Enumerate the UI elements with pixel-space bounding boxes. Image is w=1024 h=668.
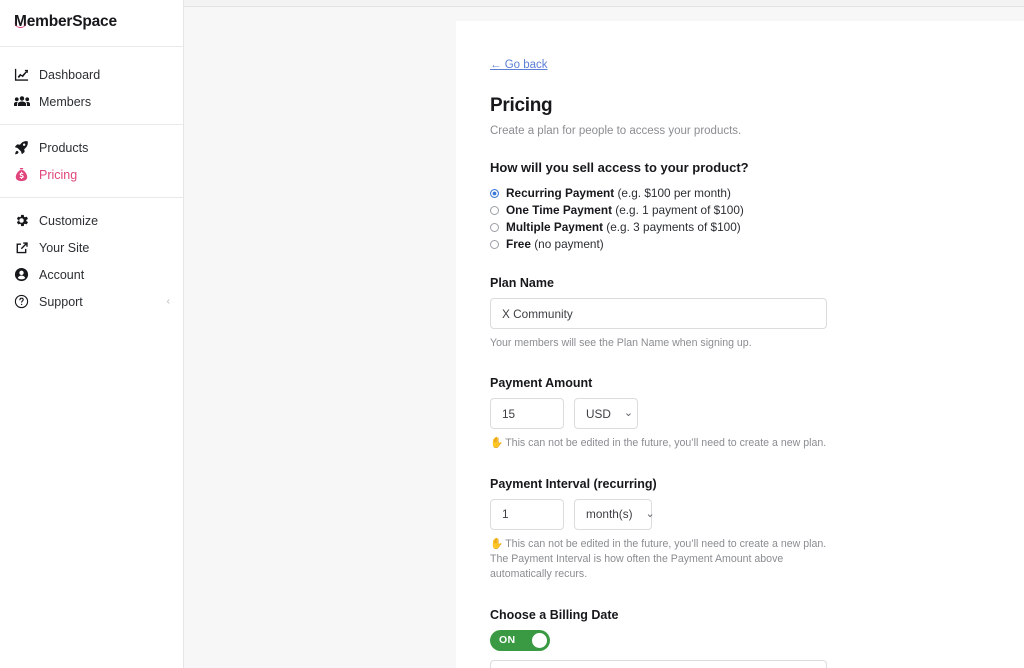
page-subtitle: Create a plan for people to access your …: [490, 125, 742, 137]
logo-wrap: MemberSpace: [0, 0, 183, 46]
radio-input[interactable]: [490, 239, 499, 249]
payment-amount-input[interactable]: [490, 398, 564, 430]
sidebar-item-label: Dashboard: [39, 67, 101, 82]
rocket-icon: [13, 139, 30, 156]
payment-interval-row: month(s) ⌄: [490, 498, 828, 530]
radio-input[interactable]: [490, 188, 499, 198]
plan-name-input[interactable]: [490, 298, 827, 329]
sidebar-item-products[interactable]: Products: [0, 134, 183, 161]
sidebar-item-label: Pricing: [39, 167, 78, 182]
plan-name-label: Plan Name: [490, 276, 554, 290]
radio-input[interactable]: [490, 222, 499, 232]
radio-label: One Time Payment (e.g. 1 payment of $100…: [506, 203, 744, 217]
billing-day-select[interactable]: 1 ⌄: [490, 659, 827, 668]
interval-unit-select[interactable]: month(s) ⌄: [574, 498, 655, 530]
billing-date-label: Choose a Billing Date: [490, 607, 619, 622]
sidebar: MemberSpace Dashboard Members Products P…: [0, 0, 184, 668]
radio-option-recurring-payment[interactable]: Recurring Payment (e.g. $100 per month): [490, 186, 828, 200]
radio-name: Free: [506, 237, 531, 251]
sidebar-item-label: Members: [39, 94, 92, 109]
radio-example: (e.g. $100 per month): [614, 186, 731, 200]
plan-name-block: Plan Name Your members will see the Plan…: [490, 276, 828, 351]
sidebar-group-1: Dashboard Members: [0, 47, 183, 124]
chart-line-icon: [13, 66, 30, 83]
billing-date-block: Choose a Billing Date ON 1 ⌄ This is opt…: [490, 608, 828, 668]
radio-option-one-time-payment[interactable]: One Time Payment (e.g. 1 payment of $100…: [490, 203, 828, 217]
payment-interval-label: Payment Interval (recurring): [490, 476, 657, 491]
payment-amount-helper-text: This can not be edited in the future, yo…: [505, 437, 827, 450]
hand-emoji-icon: ✋: [490, 437, 504, 450]
sidebar-group-3: Customize Your Site Account Support ‹: [0, 198, 183, 324]
money-bag-icon: [13, 166, 30, 183]
sidebar-item-label: Your Site: [39, 240, 90, 255]
chevron-down-icon: ⌄: [623, 407, 634, 420]
payment-type-radio-group: Recurring Payment (e.g. $100 per month) …: [490, 186, 828, 251]
content-card: ← Go back Pricing Create a plan for peop…: [456, 21, 1024, 668]
sidebar-item-support[interactable]: Support ‹: [0, 288, 183, 315]
interval-unit-value: month(s): [586, 507, 633, 522]
payment-interval-helper-text: This can not be edited in the future, yo…: [490, 537, 827, 581]
payment-interval-helper: ✋ This can not be edited in the future, y…: [490, 537, 830, 583]
sidebar-item-customize[interactable]: Customize: [0, 207, 183, 234]
top-bar: [184, 0, 1024, 7]
user-circle-icon: [13, 266, 30, 283]
currency-select[interactable]: USD ⌄: [574, 398, 638, 430]
currency-value: USD: [586, 406, 611, 421]
radio-name: One Time Payment: [506, 203, 612, 217]
radio-example: (e.g. 3 payments of $100): [603, 220, 741, 234]
app-root: MemberSpace Dashboard Members Products P…: [0, 0, 1024, 668]
radio-input[interactable]: [490, 205, 499, 215]
sidebar-item-dashboard[interactable]: Dashboard: [0, 61, 183, 88]
membespace-logo[interactable]: MemberSpace: [14, 13, 117, 31]
question-circle-icon: [13, 293, 30, 310]
radio-label: Free (no payment): [506, 237, 604, 251]
chevron-down-icon: ⌄: [645, 507, 655, 520]
people-icon: [13, 93, 30, 110]
plan-name-helper: Your members will see the Plan Name when…: [490, 337, 752, 349]
radio-example: (no payment): [530, 237, 604, 251]
billing-date-toggle[interactable]: ON: [490, 629, 550, 651]
payment-interval-input[interactable]: [490, 498, 564, 530]
sidebar-item-label: Support: [39, 294, 83, 309]
radio-label: Recurring Payment (e.g. $100 per month): [506, 186, 731, 200]
go-back-link[interactable]: ← Go back: [490, 59, 548, 71]
radio-example: (e.g. 1 payment of $100): [612, 203, 744, 217]
collapse-sidebar-chevron-icon[interactable]: ‹: [167, 296, 170, 307]
sell-access-question: How will you sell access to your product…: [490, 160, 749, 175]
radio-label: Multiple Payment (e.g. 3 payments of $10…: [506, 220, 741, 234]
radio-name: Recurring Payment: [506, 186, 615, 200]
toggle-label: ON: [499, 634, 516, 647]
sidebar-item-members[interactable]: Members: [0, 88, 183, 115]
radio-option-free[interactable]: Free (no payment): [490, 237, 828, 251]
sidebar-item-account[interactable]: Account: [0, 261, 183, 288]
payment-interval-block: Payment Interval (recurring) month(s) ⌄ …: [490, 477, 828, 583]
pricing-form: ← Go back Pricing Create a plan for peop…: [456, 21, 828, 668]
payment-amount-helper: ✋ This can not be edited in the future, y…: [490, 436, 830, 451]
sidebar-item-label: Products: [39, 140, 89, 155]
sidebar-item-label: Customize: [39, 213, 99, 228]
payment-amount-block: Payment Amount USD ⌄ ✋This can not be ed…: [490, 376, 828, 451]
toggle-knob: [532, 632, 547, 648]
payment-amount-label: Payment Amount: [490, 376, 593, 391]
external-link-icon: [13, 239, 30, 256]
page-title: Pricing: [490, 95, 553, 116]
hand-emoji-icon: ✋: [490, 537, 504, 550]
payment-amount-row: USD ⌄: [490, 398, 828, 430]
sidebar-item-pricing[interactable]: Pricing: [0, 161, 183, 188]
logo-text: MemberSpace: [14, 13, 117, 30]
sidebar-item-your-site[interactable]: Your Site: [0, 234, 183, 261]
radio-name: Multiple Payment: [506, 220, 604, 234]
radio-option-multiple-payment[interactable]: Multiple Payment (e.g. 3 payments of $10…: [490, 220, 828, 234]
main-area: ← Go back Pricing Create a plan for peop…: [184, 0, 1024, 668]
gear-icon: [13, 212, 30, 229]
sidebar-item-label: Account: [39, 267, 85, 282]
sidebar-group-2: Products Pricing: [0, 125, 183, 197]
